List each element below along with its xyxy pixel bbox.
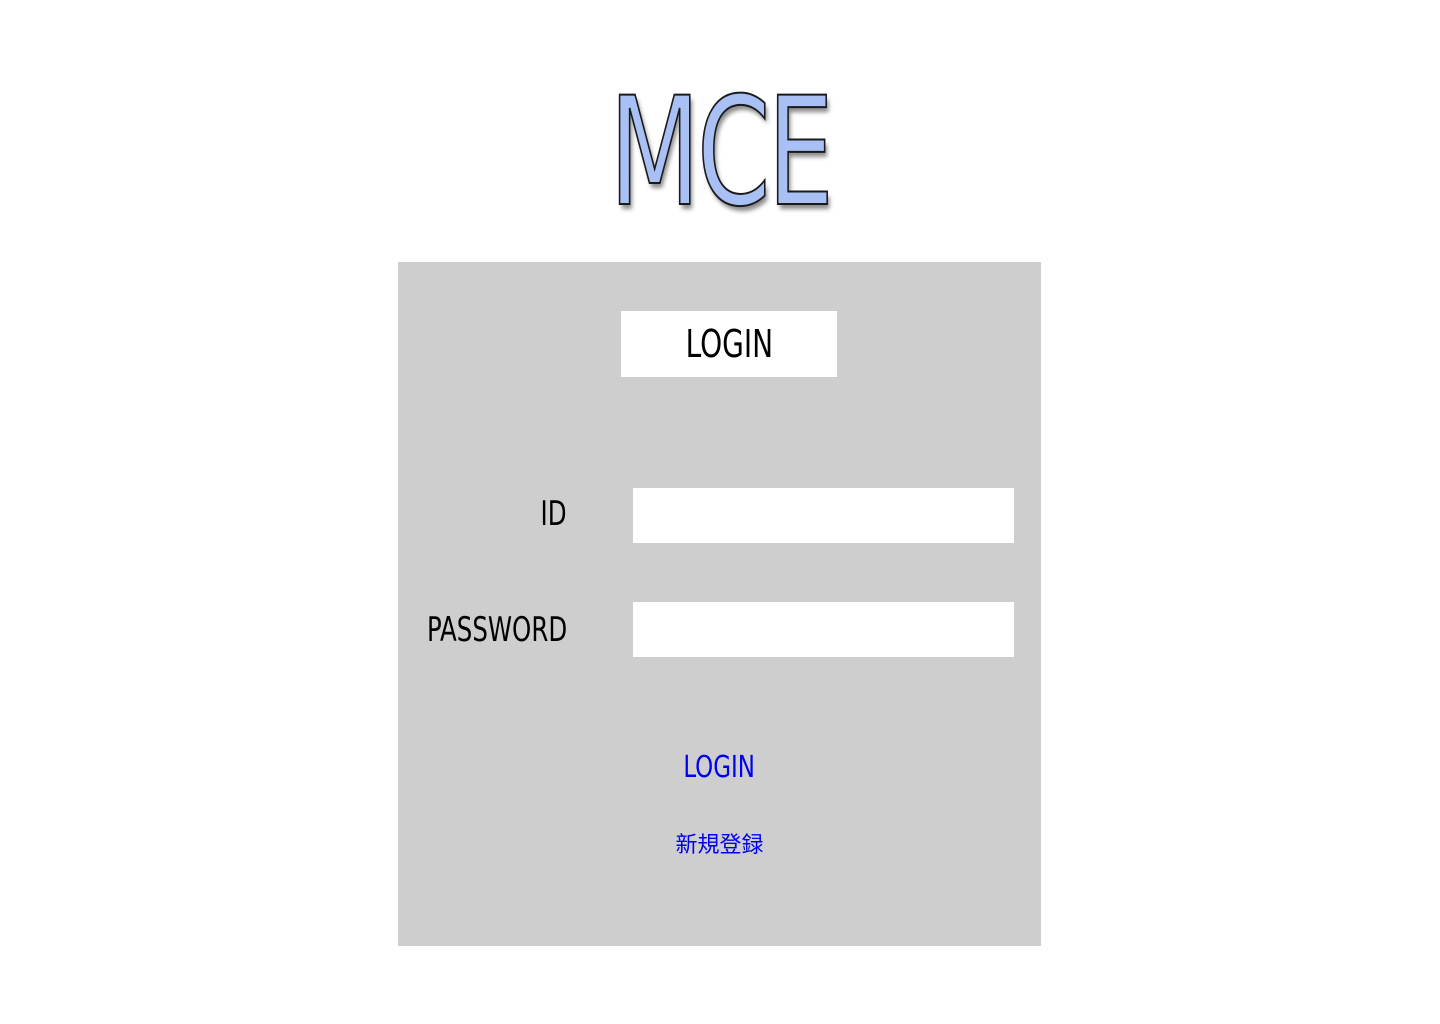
login-panel: LOGIN ID PASSWORD LOGIN 新規登録: [398, 262, 1041, 946]
password-label: PASSWORD: [392, 610, 567, 650]
app-logo: MCE: [608, 66, 834, 240]
id-input[interactable]: [633, 488, 1014, 543]
password-input[interactable]: [633, 602, 1014, 657]
register-link[interactable]: 新規登録: [398, 827, 1041, 859]
id-label: ID: [534, 494, 567, 534]
login-link-text: LOGIN: [683, 750, 756, 785]
id-label-text: ID: [540, 494, 567, 534]
login-link[interactable]: LOGIN: [398, 750, 1041, 785]
register-link-text: 新規登録: [675, 833, 764, 858]
login-title: LOGIN: [621, 311, 837, 377]
password-label-text: PASSWORD: [426, 610, 567, 650]
login-title-text: LOGIN: [685, 322, 773, 366]
